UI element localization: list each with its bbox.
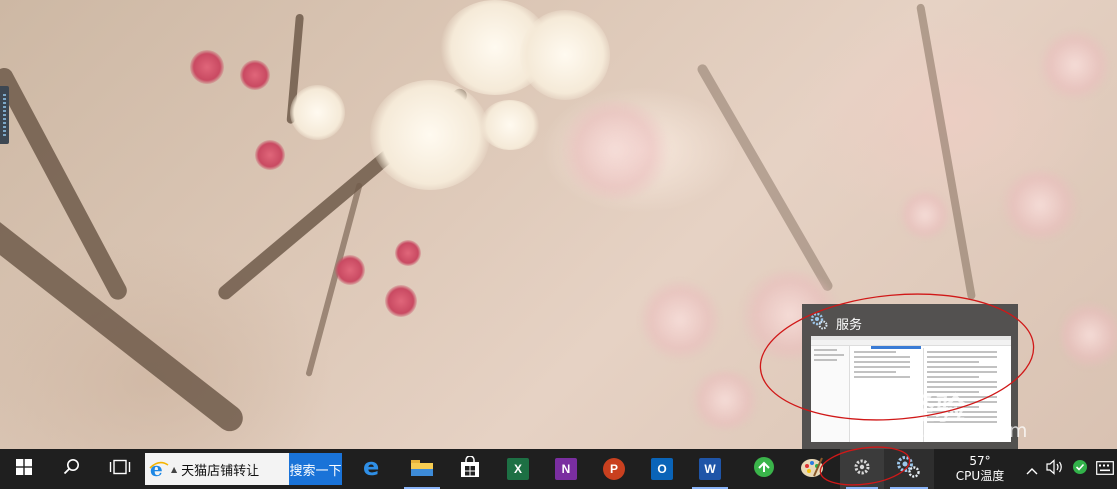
- taskbar-app-excel[interactable]: X: [494, 449, 542, 489]
- task-view-button[interactable]: [96, 449, 144, 489]
- wallpaper-blossom: [370, 80, 490, 190]
- taskbar-app-store[interactable]: [446, 449, 494, 489]
- taskbar-app-green-arrow[interactable]: [740, 449, 788, 489]
- excel-icon: X: [507, 458, 529, 480]
- wallpaper-blossom: [290, 85, 345, 140]
- preview-title: 服务: [836, 317, 863, 333]
- ie-logo-icon: e: [149, 459, 169, 479]
- taskbar-app-paint[interactable]: [790, 449, 834, 489]
- wallpaper-bud: [395, 240, 421, 266]
- keyboard-icon: [1096, 460, 1114, 479]
- gears-icon: [896, 455, 922, 483]
- palette-icon: [800, 456, 824, 482]
- taskbar-app-outlook[interactable]: O: [638, 449, 686, 489]
- svg-text:e: e: [363, 456, 379, 478]
- word-icon: W: [699, 458, 721, 480]
- ie-search-box[interactable]: e ▲ 天猫店铺转让: [145, 453, 289, 485]
- green-arrow-icon: [753, 456, 775, 482]
- dropdown-triangle-icon[interactable]: ▲: [171, 465, 177, 474]
- wallpaper-bokeh: [1060, 300, 1117, 370]
- start-button[interactable]: [0, 449, 48, 489]
- wallpaper-bokeh: [560, 100, 670, 200]
- folder-icon: [410, 457, 434, 481]
- wallpaper-bokeh: [1000, 170, 1080, 240]
- cpu-temp-value: 57°: [969, 454, 991, 468]
- gears-icon: [810, 312, 828, 334]
- wallpaper-blossom: [520, 10, 610, 100]
- green-status-icon: [1072, 459, 1088, 479]
- wallpaper-branch: [916, 3, 977, 301]
- outlook-icon: O: [651, 458, 673, 480]
- wallpaper-blossom: [480, 100, 540, 150]
- search-icon: [63, 458, 81, 480]
- wallpaper-bud: [240, 60, 270, 90]
- search-submit-button[interactable]: 搜索一下: [289, 453, 342, 485]
- wallpaper-bud: [255, 140, 285, 170]
- taskbar-app-edge[interactable]: e: [350, 449, 398, 489]
- task-view-icon: [109, 459, 131, 479]
- cpu-temp-label: CPU温度: [955, 469, 1005, 483]
- baidu-watermark-url: jingyan.baidu.com: [852, 420, 1028, 442]
- edge-icon: e: [363, 453, 385, 482]
- taskbar-app-file-explorer[interactable]: [398, 449, 446, 489]
- wallpaper-bokeh: [690, 370, 760, 430]
- tray-chevron-button[interactable]: [1022, 449, 1042, 489]
- search-button[interactable]: [48, 449, 96, 489]
- taskbar-app-powerpoint[interactable]: P: [590, 449, 638, 489]
- taskbar-app-services[interactable]: [840, 449, 884, 489]
- tray-green-app-button[interactable]: [1068, 449, 1092, 489]
- windows-logo-icon: [16, 459, 32, 479]
- onenote-icon: N: [555, 458, 577, 480]
- wallpaper-bud: [190, 50, 224, 84]
- wallpaper-branch: [0, 212, 249, 437]
- wallpaper-bokeh: [640, 280, 720, 360]
- tray-volume-button[interactable]: [1044, 449, 1066, 489]
- speaker-icon: [1046, 459, 1064, 479]
- search-query-text[interactable]: 天猫店铺转让: [181, 460, 259, 479]
- taskbar-app-onenote[interactable]: N: [542, 449, 590, 489]
- wallpaper-bokeh: [1040, 30, 1110, 100]
- wallpaper-bud: [385, 285, 417, 317]
- side-dock-handle[interactable]: [0, 86, 9, 144]
- wallpaper-bokeh: [900, 190, 950, 240]
- store-icon: [459, 455, 481, 482]
- wallpaper-bud: [335, 255, 365, 285]
- powerpoint-icon: P: [603, 458, 625, 480]
- wallpaper-branch: [695, 62, 835, 293]
- chevron-up-icon: [1026, 460, 1038, 479]
- taskbar-app-word[interactable]: W: [686, 449, 734, 489]
- cpu-temp-widget[interactable]: 57° CPU温度: [950, 449, 1010, 489]
- gear-icon: [853, 458, 871, 480]
- tray-input-method-button[interactable]: [1094, 449, 1116, 489]
- preview-header: 服务: [810, 310, 862, 336]
- taskbar-app-services-window[interactable]: [884, 449, 934, 489]
